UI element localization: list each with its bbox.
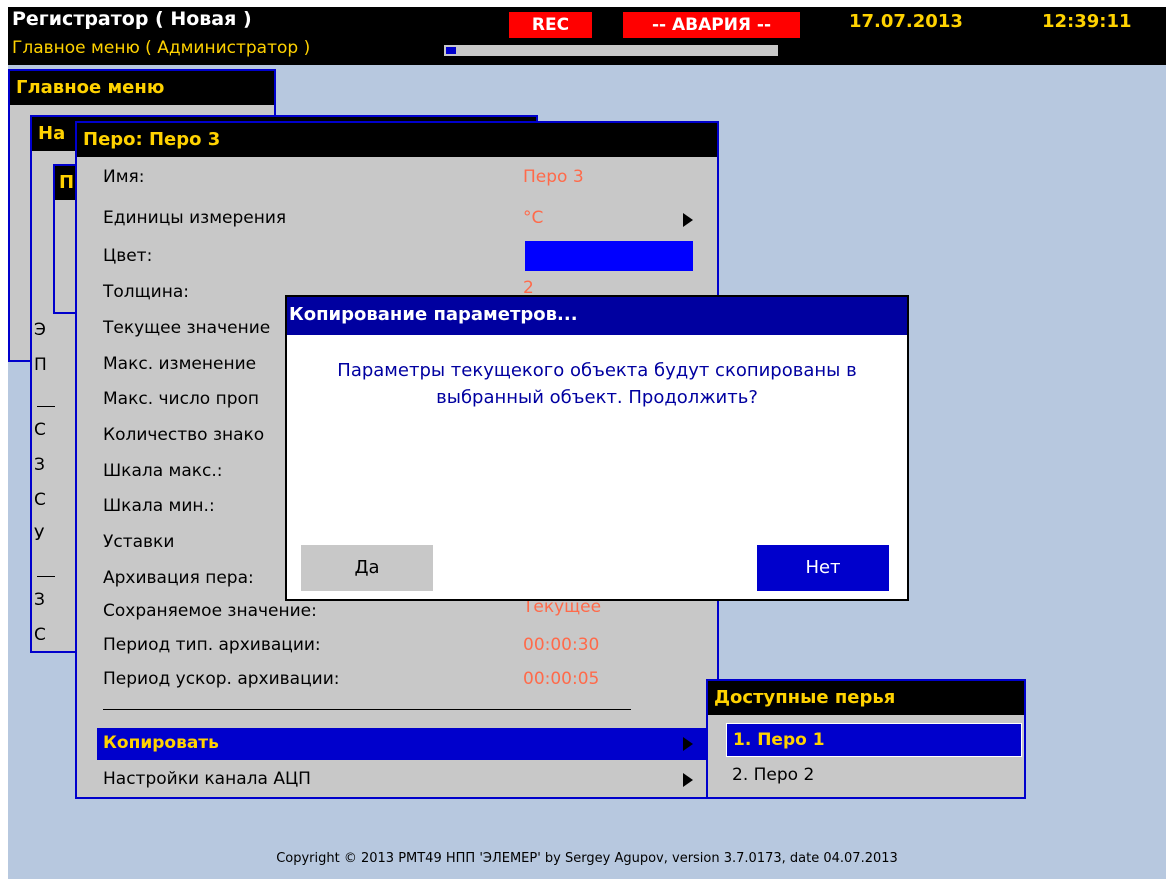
settings-row[interactable]: П <box>34 355 47 375</box>
adc-settings-label[interactable]: Настройки канала АЦП <box>103 769 311 789</box>
units-label[interactable]: Единицы измерения <box>103 208 286 228</box>
settings-separator <box>37 576 55 577</box>
date-display: 17.07.2013 <box>849 11 963 32</box>
progress-fill <box>446 47 456 54</box>
status-bar: Регистратор ( Новая ) Главное меню ( Адм… <box>8 7 1166 65</box>
archive-period-label[interactable]: Период тип. архивации: <box>103 635 321 655</box>
pen-separator <box>103 709 631 710</box>
submenu-arrow-icon <box>683 213 693 227</box>
menu-path: Главное меню ( Администратор ) <box>12 38 311 58</box>
settings-row[interactable]: С <box>34 625 46 645</box>
copy-menu-item[interactable]: Копировать <box>97 728 709 760</box>
fast-archive-period-label[interactable]: Период ускор. архивации: <box>103 669 339 689</box>
decimals-label[interactable]: Количество знако <box>103 425 264 445</box>
dialog-message: Параметры текущекого объекта будут скопи… <box>297 357 897 411</box>
setpoints-label[interactable]: Уставки <box>103 532 174 552</box>
progress-bar <box>444 45 778 56</box>
dialog-message-line-2: выбранный объект. Продолжить? <box>436 387 758 408</box>
pen-name-value: Перо 3 <box>523 167 584 187</box>
settings-row[interactable]: С <box>34 490 46 510</box>
settings-row[interactable]: З <box>34 590 45 610</box>
available-pens-window: Доступные перья 1. Перо 1 2. Перо 2 <box>706 679 1026 799</box>
max-skips-label[interactable]: Макс. число проп <box>103 389 259 409</box>
settings-separator <box>37 406 55 407</box>
no-button[interactable]: Нет <box>757 545 889 591</box>
time-display: 12:39:11 <box>1042 11 1132 32</box>
archive-period-value: 00:00:30 <box>523 635 600 655</box>
scale-max-label[interactable]: Шкала макс.: <box>103 461 223 481</box>
scale-min-label[interactable]: Шкала мин.: <box>103 496 215 516</box>
color-label[interactable]: Цвет: <box>103 246 152 266</box>
rec-badge: REC <box>509 12 592 38</box>
pen-name-label[interactable]: Имя: <box>103 167 145 187</box>
settings-row[interactable]: З <box>34 455 45 475</box>
copy-params-dialog: Копирование параметров... Параметры теку… <box>285 295 909 601</box>
copy-label: Копировать <box>103 733 219 753</box>
max-change-label[interactable]: Макс. изменение <box>103 354 256 374</box>
pen-archive-label[interactable]: Архивация пера: <box>103 568 254 588</box>
settings-row[interactable]: Э <box>34 320 46 340</box>
available-pens-title: Доступные перья <box>708 681 1024 715</box>
color-swatch[interactable] <box>525 241 693 271</box>
pen-window-title: Перо: Перо 3 <box>77 123 717 157</box>
submenu-arrow-icon <box>683 737 693 751</box>
app-title: Регистратор ( Новая ) <box>12 8 252 30</box>
dialog-title: Копирование параметров... <box>287 297 907 335</box>
alarm-badge: -- АВАРИЯ -- <box>623 12 800 38</box>
screen: Регистратор ( Новая ) Главное меню ( Адм… <box>8 7 1166 879</box>
pen-option-2[interactable]: 2. Перо 2 <box>726 759 1022 793</box>
current-value-label[interactable]: Текущее значение <box>103 318 270 338</box>
main-menu-title: Главное меню <box>10 71 274 105</box>
fast-archive-period-value: 00:00:05 <box>523 669 600 689</box>
dialog-message-line-1: Параметры текущекого объекта будут скопи… <box>337 360 857 381</box>
saved-value-label[interactable]: Сохраняемое значение: <box>103 601 317 621</box>
units-value: °C <box>523 208 544 228</box>
yes-button[interactable]: Да <box>301 545 433 591</box>
pen-option-1[interactable]: 1. Перо 1 <box>726 723 1022 757</box>
settings-row[interactable]: С <box>34 420 46 440</box>
thickness-label[interactable]: Толщина: <box>103 282 189 302</box>
copyright-text: Copyright © 2013 PMT49 НПП 'ЭЛЕМЕР' by S… <box>276 851 898 866</box>
submenu-arrow-icon <box>683 773 693 787</box>
settings-row[interactable]: У <box>34 525 44 545</box>
